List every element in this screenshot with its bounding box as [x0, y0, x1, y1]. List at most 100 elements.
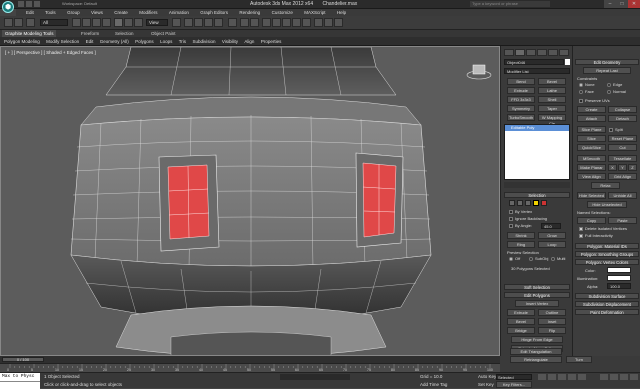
- msmooth-button[interactable]: MSmooth: [577, 155, 606, 162]
- undo-icon[interactable]: [4, 18, 13, 27]
- preview-subobj-radio[interactable]: [529, 257, 533, 261]
- tab-freeform[interactable]: Freeform: [78, 30, 102, 37]
- zoom-all-icon[interactable]: [610, 374, 618, 380]
- play-icon[interactable]: [558, 374, 566, 380]
- align-icon[interactable]: [250, 18, 259, 27]
- maxscript-listener-field[interactable]: Max to Physc: [0, 373, 40, 381]
- outline-button[interactable]: Outline: [538, 309, 566, 316]
- menu-create[interactable]: Create: [114, 9, 128, 16]
- rendered-frame-icon[interactable]: [324, 18, 333, 27]
- tab-object-paint[interactable]: Object Paint: [148, 30, 179, 37]
- create-button[interactable]: Create: [577, 106, 606, 113]
- bevel-button[interactable]: Bevel: [538, 78, 566, 85]
- menu-rendering[interactable]: Rendering: [239, 9, 260, 16]
- make-planar-button[interactable]: Make Planar: [577, 164, 606, 171]
- snap-toggle-icon[interactable]: [184, 18, 193, 27]
- angle-snap-icon[interactable]: [194, 18, 203, 27]
- constraint-none-radio[interactable]: [579, 83, 583, 87]
- flip-button[interactable]: Flip: [538, 327, 566, 334]
- delete-isolated-checkbox[interactable]: [579, 227, 583, 231]
- smoothing-groups-rollout-header[interactable]: Polygon: Smoothing Groups: [575, 251, 639, 257]
- edit-triangulation-button[interactable]: Edit Triangulation: [510, 348, 562, 355]
- layer-manager-icon[interactable]: [262, 18, 271, 27]
- ribbon-subdivision[interactable]: Subdivision: [192, 37, 215, 46]
- ffd-button[interactable]: FFD 3x3x3: [507, 96, 535, 103]
- attach-button[interactable]: Attach: [577, 115, 606, 122]
- uvw-mapping-clear-button[interactable]: W Mapping Cle: [538, 114, 566, 126]
- stack-item-editable-poly[interactable]: Editable Poly: [505, 125, 569, 131]
- menu-maxscript[interactable]: MAXScript: [304, 9, 325, 16]
- edit-geometry-rollout-header[interactable]: Edit Geometry: [575, 59, 639, 65]
- lathe-button[interactable]: Lathe: [538, 87, 566, 94]
- rectangle-selection-icon[interactable]: [92, 18, 101, 27]
- maximize-button[interactable]: □: [616, 0, 628, 8]
- material-ids-rollout-header[interactable]: Polygon: Material IDs: [575, 243, 639, 249]
- preserve-uvs-checkbox[interactable]: [579, 99, 583, 103]
- illumination-swatch[interactable]: [607, 275, 631, 281]
- constraint-face-radio[interactable]: [579, 90, 583, 94]
- ribbon-properties[interactable]: Properties: [261, 37, 282, 46]
- menu-tools[interactable]: Tools: [45, 9, 56, 16]
- ribbon-loops[interactable]: Loops: [160, 37, 172, 46]
- pivot-center-icon[interactable]: [172, 18, 181, 27]
- taper-button[interactable]: Taper: [538, 105, 566, 112]
- polygon-mode-icon[interactable]: [533, 200, 539, 206]
- vertex-colors-rollout-header[interactable]: Polygon: Vertex Colors: [575, 259, 639, 265]
- loop-button[interactable]: Loop: [538, 241, 566, 248]
- hide-unselected-button[interactable]: Hide Unselected: [587, 201, 627, 208]
- utilities-tab-icon[interactable]: [559, 49, 569, 56]
- full-interactivity-checkbox[interactable]: [579, 234, 583, 238]
- cut-button[interactable]: Cut: [608, 144, 637, 151]
- grid-align-button[interactable]: Grid Align: [608, 173, 637, 180]
- key-mode-dropdown[interactable]: Selected: [496, 374, 532, 380]
- split-checkbox[interactable]: [609, 128, 613, 132]
- time-slider-thumb[interactable]: 0 / 100: [2, 357, 44, 362]
- by-angle-field[interactable]: 45.0: [541, 223, 561, 229]
- perspective-viewport[interactable]: [ + ] [ Perspective ] [ Shaded + Edged F…: [0, 46, 500, 356]
- menu-edit[interactable]: Edit: [26, 9, 34, 16]
- border-mode-icon[interactable]: [525, 200, 531, 206]
- window-crossing-icon[interactable]: [102, 18, 111, 27]
- alpha-field[interactable]: 100.0: [607, 283, 631, 289]
- subdivision-displacement-rollout-header[interactable]: Subdivision Displacement: [575, 301, 639, 307]
- go-to-start-icon[interactable]: [538, 374, 546, 380]
- spinner-snap-icon[interactable]: [214, 18, 223, 27]
- bridge-button[interactable]: Bridge: [507, 327, 535, 334]
- view-align-button[interactable]: View Align: [577, 173, 606, 180]
- object-color-swatch[interactable]: [565, 59, 570, 65]
- percent-snap-icon[interactable]: [204, 18, 213, 27]
- save-icon[interactable]: [18, 1, 24, 7]
- ribbon-visibility[interactable]: Visibility: [222, 37, 238, 46]
- mirror-icon[interactable]: [240, 18, 249, 27]
- key-filters-button[interactable]: Key Filters...: [496, 381, 532, 388]
- ribbon-modify-selection[interactable]: Modify Selection: [46, 37, 79, 46]
- display-tab-icon[interactable]: [548, 49, 558, 56]
- track-bar[interactable]: 0 5 10 15 20 25 30 35 40 45 50 55 60 65 70 75 80 85 90 95 10…: [0, 363, 500, 372]
- create-tab-icon[interactable]: [504, 49, 514, 56]
- shrink-button[interactable]: Shrink: [507, 232, 535, 239]
- preview-off-radio[interactable]: [509, 257, 513, 261]
- slice-button[interactable]: Slice: [577, 135, 606, 142]
- link-icon[interactable]: [26, 18, 35, 27]
- redo-icon[interactable]: [14, 18, 23, 27]
- previous-frame-icon[interactable]: [548, 374, 556, 380]
- unhide-all-button[interactable]: Unhide All: [608, 192, 637, 199]
- object-name-field[interactable]: Object046: [504, 59, 564, 65]
- ring-button[interactable]: Ring: [507, 241, 535, 248]
- next-frame-icon[interactable]: [568, 374, 576, 380]
- orbit-icon[interactable]: [630, 374, 638, 380]
- ribbon-align[interactable]: Align: [244, 37, 254, 46]
- select-object-icon[interactable]: [72, 18, 81, 27]
- repeat-last-button[interactable]: Repeat Last: [583, 67, 631, 74]
- element-mode-icon[interactable]: [541, 200, 547, 206]
- menu-help[interactable]: Help: [337, 9, 346, 16]
- material-editor-icon[interactable]: [302, 18, 311, 27]
- turn-button[interactable]: Turn: [566, 356, 592, 363]
- ignore-backfacing-checkbox[interactable]: [509, 217, 513, 221]
- pan-icon[interactable]: [620, 374, 628, 380]
- zoom-icon[interactable]: [600, 374, 608, 380]
- shell-button[interactable]: Shell: [538, 96, 566, 103]
- render-setup-icon[interactable]: [314, 18, 323, 27]
- turbosmooth-button[interactable]: TurboSmooth: [507, 114, 535, 121]
- constraint-normal-radio[interactable]: [607, 90, 611, 94]
